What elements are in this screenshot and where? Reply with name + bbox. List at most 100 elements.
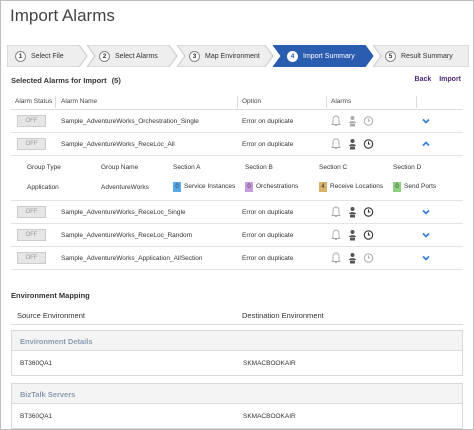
alarm-option: Error on duplicate bbox=[242, 118, 294, 125]
step-number: 3 bbox=[189, 50, 200, 62]
selected-alarms-count: (5) bbox=[111, 76, 121, 85]
alarm-name: Sample_AdventureWorks_ReceLoc_All bbox=[61, 141, 175, 148]
biztalk-servers-panel: BizTalk Servers BT360QA1 SKMACBOOKAIR bbox=[11, 383, 463, 429]
clock-icon bbox=[363, 229, 374, 243]
detail-header-section-b: Section B bbox=[245, 164, 273, 171]
section-d-count: 0 bbox=[393, 182, 401, 192]
clock-icon bbox=[363, 138, 374, 152]
alarm-option: Error on duplicate bbox=[242, 141, 294, 148]
destination-value: SKMACBOOKAIR bbox=[243, 360, 296, 367]
mapping-row: BT360QA1 SKMACBOOKAIR bbox=[12, 404, 462, 428]
step-label: Map Environment bbox=[205, 52, 260, 60]
alarm-option: Error on duplicate bbox=[242, 255, 294, 262]
detail-section-d: 0 Send Ports bbox=[393, 182, 436, 192]
wizard-step-result-summary[interactable]: 5 Result Summary bbox=[373, 45, 469, 67]
detail-header-section-c: Section C bbox=[319, 164, 348, 171]
alarm-status-toggle[interactable]: OFF bbox=[17, 115, 46, 127]
step-label: Select Alarms bbox=[115, 52, 158, 60]
section-b-count: 0 bbox=[245, 182, 253, 192]
chevron-down-icon[interactable] bbox=[421, 230, 431, 240]
table-header: Alarm Status Alarm Name Option Alarms bbox=[11, 94, 463, 110]
detail-header-section-a: Section A bbox=[173, 164, 201, 171]
step-number: 2 bbox=[99, 50, 110, 62]
bell-icon bbox=[331, 138, 341, 152]
step-number: 1 bbox=[15, 50, 26, 62]
source-environment-header: Source Environment bbox=[17, 311, 85, 320]
wizard-step-map-environment[interactable]: 3 Map Environment bbox=[177, 45, 274, 67]
selected-alarms-title: Selected Alarms for Import (5) bbox=[11, 76, 121, 85]
selected-alarms-heading: Selected Alarms for Import bbox=[11, 76, 107, 85]
alarm-option: Error on duplicate bbox=[242, 232, 294, 239]
chevron-up-icon[interactable] bbox=[421, 139, 431, 149]
bell-icon bbox=[331, 229, 341, 243]
import-alarms-window: Import Alarms 1 Select File 2 Select Ala… bbox=[0, 0, 474, 430]
mapping-row: BT360QA1 SKMACBOOKAIR bbox=[12, 351, 462, 375]
clock-icon bbox=[363, 115, 374, 129]
chevron-down-icon[interactable] bbox=[421, 116, 431, 126]
alarm-type-icons bbox=[331, 229, 381, 241]
section-c-count: 4 bbox=[319, 182, 327, 192]
header-alarm-name: Alarm Name bbox=[61, 98, 98, 105]
section-d-label: Send Ports bbox=[404, 183, 437, 190]
back-link[interactable]: Back bbox=[415, 76, 432, 83]
source-value: BT360QA1 bbox=[20, 360, 53, 367]
import-link[interactable]: Import bbox=[439, 76, 461, 83]
alarm-type-icons bbox=[331, 206, 381, 218]
alarm-type-icons bbox=[331, 252, 381, 264]
wizard-step-select-alarms[interactable]: 2 Select Alarms bbox=[87, 45, 178, 67]
detail-section-b: 0 Orchestrations bbox=[245, 182, 298, 192]
bell-icon bbox=[331, 252, 341, 266]
step-label: Import Summary bbox=[303, 52, 355, 60]
detail-section-a: 0 Service Instances bbox=[173, 182, 235, 192]
alarm-status-toggle[interactable]: OFF bbox=[17, 229, 46, 241]
user-group-icon bbox=[347, 229, 358, 243]
table-row: OFF Sample_AdventureWorks_ReceLoc_Single… bbox=[11, 201, 463, 224]
step-number: 5 bbox=[385, 50, 396, 62]
alarm-name: Sample_AdventureWorks_ReceLoc_Random bbox=[61, 232, 193, 239]
chevron-down-icon[interactable] bbox=[421, 207, 431, 217]
table-row: OFF Sample_AdventureWorks_Application_Al… bbox=[11, 247, 463, 270]
panel-title: BizTalk Servers bbox=[12, 384, 462, 404]
table-row: OFF Sample_AdventureWorks_ReceLoc_All Er… bbox=[11, 133, 463, 156]
detail-header-section-d: Section D bbox=[393, 164, 422, 171]
alarm-status-toggle[interactable]: OFF bbox=[17, 138, 46, 150]
action-links: Back Import bbox=[409, 76, 461, 83]
wizard-step-select-file[interactable]: 1 Select File bbox=[7, 45, 88, 67]
wizard-steps: 1 Select File 2 Select Alarms 3 Map Envi… bbox=[7, 45, 469, 67]
environment-mapping-header: Source Environment Destination Environme… bbox=[11, 305, 463, 325]
table-row: OFF Sample_AdventureWorks_Orchestration_… bbox=[11, 110, 463, 133]
environment-mapping-title: Environment Mapping bbox=[11, 291, 90, 300]
source-value: BT360QA1 bbox=[20, 413, 53, 420]
destination-environment-header: Destination Environment bbox=[242, 311, 324, 320]
page-title: Import Alarms bbox=[10, 6, 115, 25]
alarm-detail-panel: Group Type Group Name Section A Section … bbox=[11, 156, 463, 201]
section-b-label: Orchestrations bbox=[256, 183, 299, 190]
alarm-option: Error on duplicate bbox=[242, 209, 294, 216]
alarm-name: Sample_AdventureWorks_Orchestration_Sing… bbox=[61, 118, 199, 125]
alarm-type-icons bbox=[331, 115, 381, 127]
clock-icon bbox=[363, 206, 374, 220]
wizard-step-import-summary[interactable]: 4 Import Summary bbox=[273, 45, 374, 67]
detail-group-type: Application bbox=[27, 184, 59, 191]
header-option: Option bbox=[242, 98, 262, 105]
chevron-down-icon[interactable] bbox=[421, 253, 431, 263]
alarm-name: Sample_AdventureWorks_ReceLoc_Single bbox=[61, 209, 186, 216]
user-group-icon bbox=[347, 206, 358, 220]
user-group-icon bbox=[347, 252, 358, 266]
section-a-count: 0 bbox=[173, 182, 181, 192]
header-alarms: Alarms bbox=[331, 98, 352, 105]
user-group-icon bbox=[347, 115, 358, 129]
clock-icon bbox=[363, 252, 374, 266]
section-a-label: Service Instances bbox=[184, 183, 236, 190]
alarm-type-icons bbox=[331, 138, 381, 150]
alarm-name: Sample_AdventureWorks_Application_AllSec… bbox=[61, 255, 203, 262]
bell-icon bbox=[331, 115, 341, 129]
detail-section-c: 4 Receive Locations bbox=[319, 182, 383, 192]
detail-header-group-name: Group Name bbox=[101, 164, 139, 171]
alarm-status-toggle[interactable]: OFF bbox=[17, 206, 46, 218]
destination-value: SKMACBOOKAIR bbox=[243, 413, 296, 420]
alarm-status-toggle[interactable]: OFF bbox=[17, 252, 46, 264]
user-group-icon bbox=[347, 138, 358, 152]
header-alarm-status: Alarm Status bbox=[15, 98, 53, 105]
alarms-table: Alarm Status Alarm Name Option Alarms OF… bbox=[11, 94, 463, 270]
